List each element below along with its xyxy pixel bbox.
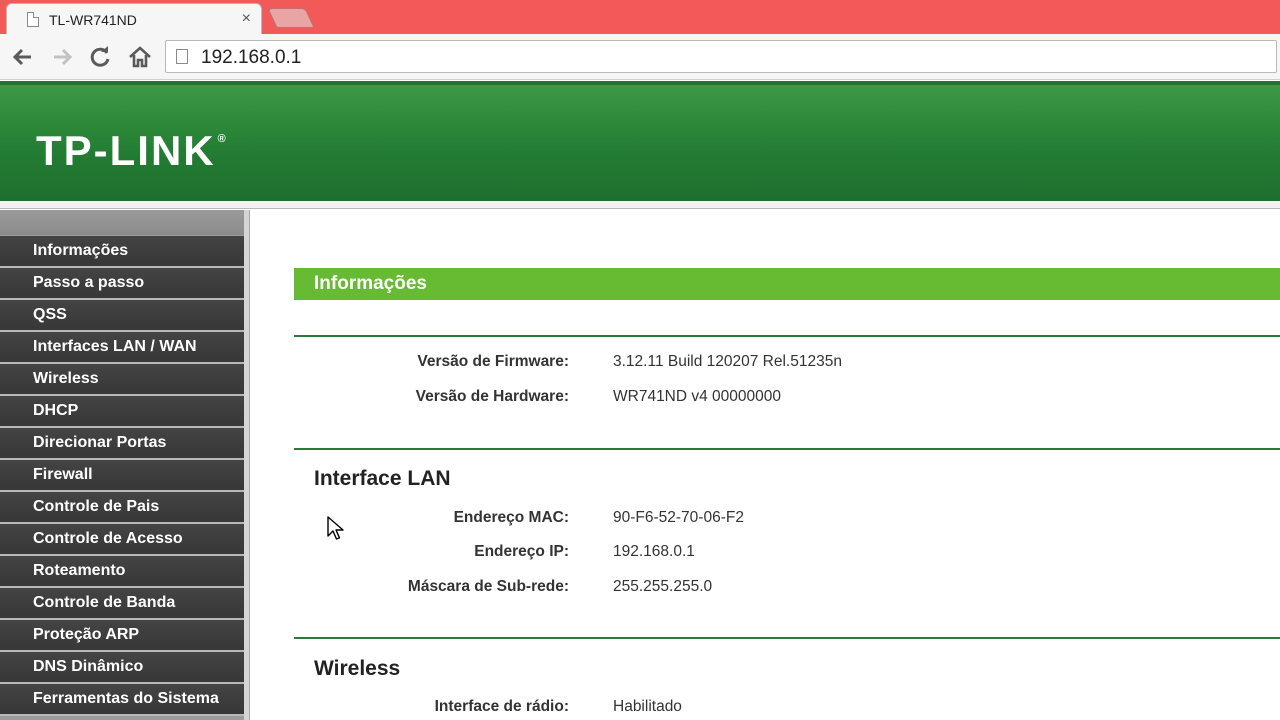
main-content: Informações Versão de Firmware: 3.12.11 … — [251, 210, 1280, 720]
section-title-bar: Informações — [294, 268, 1280, 300]
sidebar-item-qss[interactable]: QSS — [0, 300, 244, 332]
url-text[interactable]: 192.168.0.1 — [201, 47, 301, 69]
registered-mark: ® — [217, 133, 228, 145]
page-icon — [27, 12, 39, 27]
tab-strip: TL-WR741ND × — [0, 0, 1280, 34]
ip-value: 192.168.0.1 — [613, 543, 695, 560]
wireless-heading: Wireless — [314, 657, 401, 680]
lan-heading: Interface LAN — [314, 467, 451, 490]
sidebar-item-interfaces-lan-wan[interactable]: Interfaces LAN / WAN — [0, 332, 244, 364]
logo-text: TP-LINK — [36, 127, 216, 174]
divider — [294, 335, 1280, 337]
header-banner: TP-LINK ® — [0, 81, 1280, 201]
mouse-cursor-icon — [327, 516, 344, 540]
tp-link-logo: TP-LINK ® — [36, 127, 228, 175]
radio-label: Interface de rádio: — [434, 698, 569, 715]
divider — [294, 448, 1280, 450]
forward-arrow-icon[interactable] — [48, 43, 76, 71]
new-tab-button[interactable] — [267, 8, 315, 28]
sidebar-item-direcionar-portas[interactable]: Direcionar Portas — [0, 428, 244, 460]
divider — [294, 637, 1280, 639]
mac-label: Endereço MAC: — [453, 509, 569, 526]
browser-tab[interactable]: TL-WR741ND × — [6, 3, 262, 34]
banner-top-border — [0, 81, 1280, 85]
sidebar-item-roteamento[interactable]: Roteamento — [0, 556, 244, 588]
sidebar-item-ferramentas-do-sistema[interactable]: Ferramentas do Sistema — [0, 684, 244, 716]
ip-label: Endereço IP: — [474, 543, 569, 560]
router-page: TP-LINK ® Informações Passo a passo QSS I… — [0, 81, 1280, 720]
sidebar-item-controle-de-banda[interactable]: Controle de Banda — [0, 588, 244, 620]
back-arrow-icon[interactable] — [9, 43, 37, 71]
sidebar-header — [0, 210, 248, 235]
sidebar-item-controle-de-acesso[interactable]: Controle de Acesso — [0, 524, 244, 556]
sidebar-item-wireless[interactable]: Wireless — [0, 364, 244, 396]
firmware-label: Versão de Firmware: — [417, 353, 569, 370]
hardware-label: Versão de Hardware: — [415, 388, 569, 405]
mask-value: 255.255.255.0 — [613, 578, 713, 595]
address-bar[interactable]: 192.168.0.1 — [165, 40, 1277, 73]
sidebar-item-dns-dinamico[interactable]: DNS Dinâmico — [0, 652, 244, 684]
sidebar-item-controle-de-pais[interactable]: Controle de Pais — [0, 492, 244, 524]
section-title: Informações — [314, 273, 427, 294]
tab-title: TL-WR741ND — [49, 12, 137, 28]
banner-divider — [0, 201, 1280, 209]
sidebar-item-firewall[interactable]: Firewall — [0, 460, 244, 492]
sidebar-item-protecao-arp[interactable]: Proteção ARP — [0, 620, 244, 652]
mask-label: Máscara de Sub-rede: — [407, 578, 569, 595]
sidebar-item-informacoes[interactable]: Informações — [0, 236, 244, 268]
sidebar-menu: Informações Passo a passo QSS Interfaces… — [0, 236, 244, 716]
close-icon[interactable]: × — [242, 10, 251, 28]
page-icon — [176, 49, 188, 64]
radio-value: Habilitado — [613, 698, 682, 715]
sidebar-scroll-edge — [244, 210, 250, 720]
reload-icon[interactable] — [86, 43, 114, 71]
home-icon[interactable] — [126, 43, 154, 71]
mac-value: 90-F6-52-70-06-F2 — [613, 509, 744, 526]
hardware-value: WR741ND v4 00000000 — [613, 388, 782, 405]
sidebar: Informações Passo a passo QSS Interfaces… — [0, 210, 250, 720]
sidebar-item-dhcp[interactable]: DHCP — [0, 396, 244, 428]
sidebar-item-passo-a-passo[interactable]: Passo a passo — [0, 268, 244, 300]
browser-toolbar: 192.168.0.1 — [0, 34, 1280, 80]
firmware-value: 3.12.11 Build 120207 Rel.51235n — [613, 353, 842, 370]
